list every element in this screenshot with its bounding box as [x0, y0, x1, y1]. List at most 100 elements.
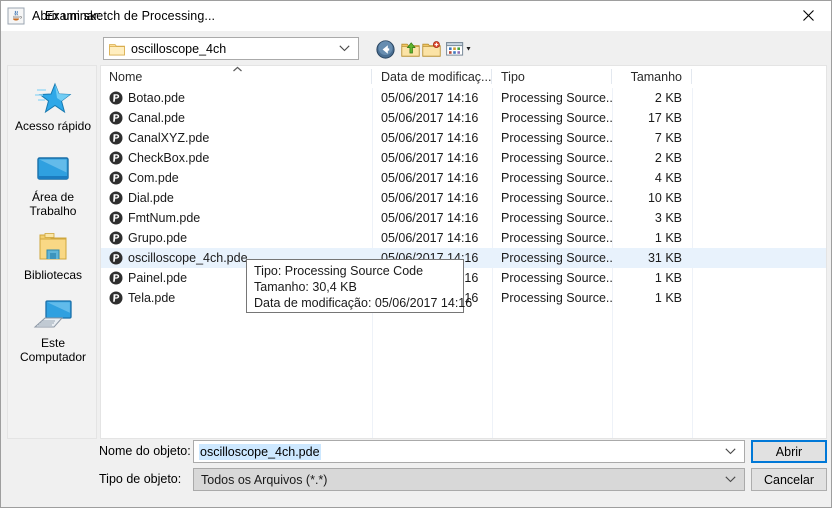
file-type-cell: Processing Source...	[501, 211, 612, 225]
column-header-size[interactable]: Tamanho	[612, 66, 692, 88]
file-size-cell: 7 KB	[654, 131, 682, 145]
new-folder-icon	[421, 40, 441, 57]
file-size-cell: 4 KB	[654, 171, 682, 185]
file-name-cell: Canal.pde	[101, 108, 372, 128]
table-row[interactable]: Dial.pde 05/06/2017 14:16 Processing Sourc…	[101, 188, 826, 208]
column-header-empty	[692, 66, 826, 88]
title-bar: Abrir um sketch de Processing...	[1, 1, 831, 31]
file-date-cell: 05/06/2017 14:16	[381, 91, 479, 105]
open-file-dialog: Abrir um sketch de Processing... Examina…	[0, 0, 832, 508]
desktop-monitor-icon	[37, 157, 69, 180]
filetype-label: Tipo de objeto:	[99, 472, 182, 486]
sidebar-item-label: Bibliotecas	[23, 268, 83, 282]
file-name-text: Dial.pde	[128, 191, 174, 205]
table-row[interactable]: Com.pde 05/06/2017 14:16 Processing Source…	[101, 168, 826, 188]
close-icon	[802, 10, 814, 21]
views-button[interactable]	[445, 39, 477, 59]
table-row[interactable]: CheckBox.pde 05/06/2017 14:16 Processing S…	[101, 148, 826, 168]
processing-file-icon	[109, 251, 123, 265]
file-name-text: CanalXYZ.pde	[128, 131, 210, 145]
file-type-cell: Processing Source...	[501, 171, 612, 185]
column-header-label: Data de modificaç...	[381, 70, 492, 84]
file-size-cell: 17 KB	[647, 111, 682, 125]
file-name-text: Canal.pde	[128, 111, 185, 125]
processing-file-icon	[109, 231, 123, 245]
lookin-combobox[interactable]: oscilloscope_4ch	[103, 37, 359, 60]
file-rows: Botao.pde 05/06/2017 14:16 Processing Sour…	[101, 88, 826, 308]
tooltip-size: Tamanho: 30,4 KB	[254, 280, 357, 294]
filename-label: Nome do objeto:	[99, 444, 191, 458]
file-list[interactable]: Nome Data de modificaç... Tipo Tamanho B…	[100, 65, 827, 439]
sidebar-item-desktop[interactable]: Área de Trabalho	[8, 149, 98, 218]
filetype-value: Todos os Arquivos (*.*)	[201, 472, 328, 487]
file-name-text: Painel.pde	[128, 271, 188, 285]
file-date-cell: 05/06/2017 14:16	[381, 151, 479, 165]
filename-value: oscilloscope_4ch.pde	[199, 443, 321, 460]
column-header-date-modified[interactable]: Data de modificaç...	[372, 66, 492, 88]
filetype-combobox[interactable]: Todos os Arquivos (*.*)	[193, 468, 745, 491]
new-folder-button[interactable]	[420, 39, 442, 59]
this-pc-icon	[33, 300, 72, 328]
table-row[interactable]: CanalXYZ.pde 05/06/2017 14:16 Processing S…	[101, 128, 826, 148]
file-size-cell: 1 KB	[654, 271, 682, 285]
lookin-value: oscilloscope_4ch	[131, 41, 227, 56]
file-type-cell: Processing Source...	[501, 151, 612, 165]
file-name-cell: CheckBox.pde	[101, 148, 372, 168]
close-button[interactable]	[785, 1, 831, 30]
file-size-cell: 3 KB	[654, 211, 682, 225]
processing-file-icon	[109, 211, 123, 225]
sidebar-item-label-line2: Computador	[19, 350, 87, 364]
cancel-button[interactable]: Cancelar	[751, 468, 827, 491]
this-pc-icon-wrap	[32, 295, 74, 335]
file-tooltip: Tipo: Processing Source Code Tamanho: 30…	[246, 259, 473, 313]
processing-file-icon	[109, 271, 123, 285]
chevron-down-icon[interactable]	[725, 476, 736, 483]
back-arrow-icon	[375, 39, 395, 59]
table-row[interactable]: Painel.pde05/06/2017 14:16Processing Sou…	[101, 268, 826, 288]
column-header-name[interactable]: Nome	[101, 66, 372, 88]
table-row[interactable]: Botao.pde 05/06/2017 14:16 Processing Sour…	[101, 88, 826, 108]
file-size-cell: 1 KB	[654, 231, 682, 245]
filename-input[interactable]: oscilloscope_4ch.pde	[193, 440, 745, 463]
libraries-folder-icon	[39, 233, 67, 260]
chevron-up-icon	[233, 66, 242, 72]
file-name-text: Botao.pde	[128, 91, 185, 105]
chevron-down-icon[interactable]	[725, 448, 736, 455]
file-date-cell: 05/06/2017 14:16	[381, 191, 479, 205]
table-row[interactable]: FmtNum.pde 05/06/2017 14:16 Processing Sou…	[101, 208, 826, 228]
file-name-text: Tela.pde	[128, 291, 176, 305]
processing-file-icon	[109, 131, 123, 145]
file-type-cell: Processing Source...	[501, 191, 612, 205]
sidebar-item-libraries[interactable]: Bibliotecas	[8, 227, 98, 282]
sidebar-item-this-pc[interactable]: Este Computador	[8, 295, 98, 364]
file-type-cell: Processing Source...	[501, 111, 612, 125]
table-row[interactable]: Canal.pde 05/06/2017 14:16 Processing Sour…	[101, 108, 826, 128]
table-row[interactable]: oscilloscope_4ch.pde 05/06/2017 14:16 Proc…	[101, 248, 826, 268]
column-header-type[interactable]: Tipo	[492, 66, 612, 88]
processing-file-icon	[109, 171, 123, 185]
file-type-cell: Processing Source...	[501, 291, 612, 305]
file-size-cell: 2 KB	[654, 91, 682, 105]
table-row[interactable]: Grupo.pde 05/06/2017 14:16 Processing Sour…	[101, 228, 826, 248]
sidebar-item-label-line1: Este	[40, 336, 65, 350]
file-name-text: FmtNum.pde	[128, 211, 201, 225]
tooltip-date: Data de modificação: 05/06/2017 14:16	[254, 296, 473, 310]
up-folder-icon	[400, 41, 420, 57]
processing-file-icon	[109, 151, 123, 165]
chevron-down-icon	[339, 45, 350, 52]
file-size-cell: 2 KB	[654, 151, 682, 165]
column-header-label: Nome	[109, 70, 143, 84]
file-name-text: CheckBox.pde	[128, 151, 210, 165]
file-type-cell: Processing Source...	[501, 271, 612, 285]
places-sidebar: Acesso rápido Área de Trabalho Bibliotec…	[7, 65, 97, 439]
open-button[interactable]: Abrir	[751, 440, 827, 463]
file-name-cell: Grupo.pde	[101, 228, 372, 248]
tooltip-type: Tipo: Processing Source Code	[254, 264, 424, 278]
back-button[interactable]	[374, 39, 396, 59]
file-name-cell: Botao.pde	[101, 88, 372, 108]
up-one-level-button[interactable]	[399, 39, 421, 59]
column-header-label: Tipo	[501, 70, 525, 84]
file-date-cell: 05/06/2017 14:16	[381, 171, 479, 185]
sidebar-item-quick-access[interactable]: Acesso rápido	[8, 78, 98, 133]
file-date-cell: 05/06/2017 14:16	[381, 131, 479, 145]
